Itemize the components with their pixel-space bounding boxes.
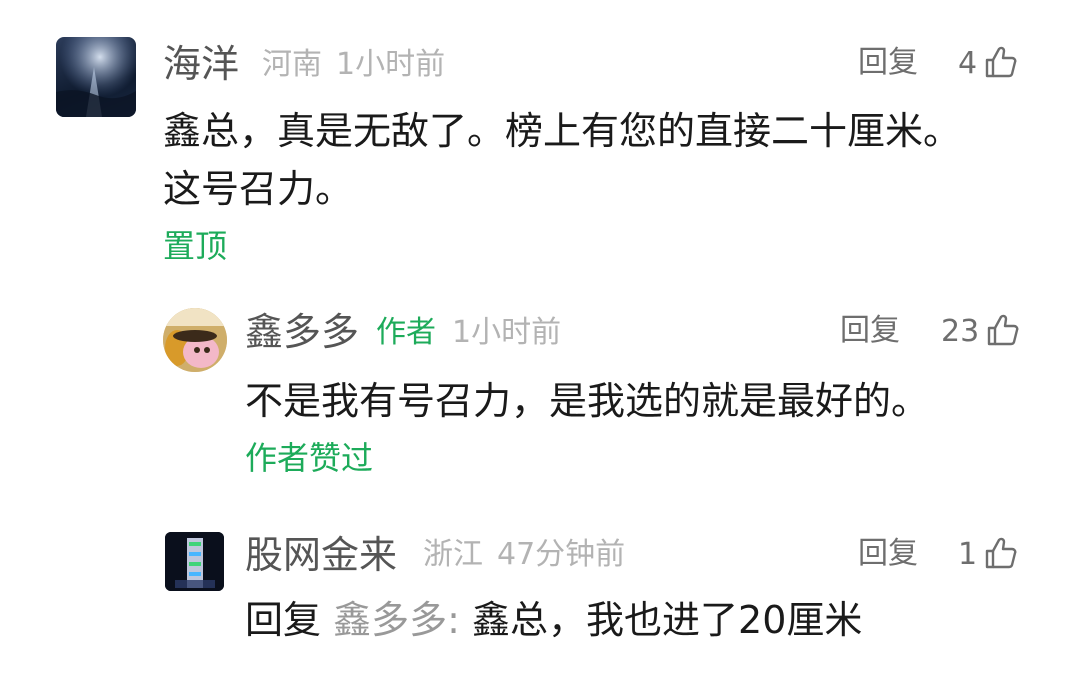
like-button[interactable]: 23 xyxy=(941,312,1021,352)
author-liked-label: 作者赞过 xyxy=(245,439,374,477)
user-avatar-haiyang[interactable] xyxy=(56,37,136,117)
reply-button[interactable]: 回复 xyxy=(858,48,918,78)
like-button[interactable]: 4 xyxy=(958,44,1019,84)
like-count: 23 xyxy=(941,314,980,349)
author-badge: 作者 xyxy=(376,315,436,350)
thumbs-up-icon xyxy=(983,44,1019,84)
comment-1: 海洋 河南 1小时前 回复 4 鑫总，真是无敌了。榜上有您的直接二十厘米。 这号… xyxy=(0,0,1080,280)
reply-button[interactable]: 回复 xyxy=(858,539,918,569)
comment-time: 47分钟前 xyxy=(497,537,626,572)
comment-2: 鑫多多 作者 1小时前 回复 23 不是我有号召力，是我选的就是最好的。 作者赞… xyxy=(0,290,1080,490)
pinned-label: 置顶 xyxy=(163,227,228,265)
like-count: 4 xyxy=(958,46,978,81)
comment-3: 股网金来 浙江 47分钟前 回复 1 回复 鑫多多: 鑫总，我也进了20厘米 xyxy=(0,512,1080,695)
comment-content: 回复 鑫多多: 鑫总，我也进了20厘米 xyxy=(245,591,862,649)
user-avatar-guwangjinlai[interactable] xyxy=(165,532,224,591)
comment-content: 鑫总，真是无敌了。榜上有您的直接二十厘米。 这号召力。 xyxy=(163,102,961,218)
reply-target-user[interactable]: 鑫多多: xyxy=(333,598,460,642)
reply-prefix: 回复 xyxy=(245,598,322,642)
reply-text: 鑫总，我也进了20厘米 xyxy=(472,598,863,642)
comment-author-name[interactable]: 股网金来 xyxy=(245,536,397,574)
like-count: 1 xyxy=(958,537,978,572)
thumbs-up-icon xyxy=(983,535,1019,575)
comment-author-name[interactable]: 海洋 xyxy=(163,45,239,83)
comment-location: 浙江 xyxy=(423,537,483,572)
like-button[interactable]: 1 xyxy=(958,535,1019,575)
avatar-image xyxy=(56,37,136,117)
comment-time: 1小时前 xyxy=(336,47,446,82)
reply-button[interactable]: 回复 xyxy=(840,316,900,346)
comment-content: 不是我有号召力，是我选的就是最好的。 xyxy=(245,379,930,423)
comment-location: 河南 xyxy=(262,47,322,82)
comment-time: 1小时前 xyxy=(452,315,562,350)
user-avatar-xinduoduo[interactable] xyxy=(163,308,227,372)
comment-content-line-1: 鑫总，真是无敌了。榜上有您的直接二十厘米。 xyxy=(163,109,962,153)
avatar-image xyxy=(163,308,227,372)
avatar-image xyxy=(165,532,224,591)
comment-content-line-2: 这号召力。 xyxy=(163,167,354,211)
thumbs-up-icon xyxy=(985,312,1021,352)
comment-author-name[interactable]: 鑫多多 xyxy=(245,313,359,351)
